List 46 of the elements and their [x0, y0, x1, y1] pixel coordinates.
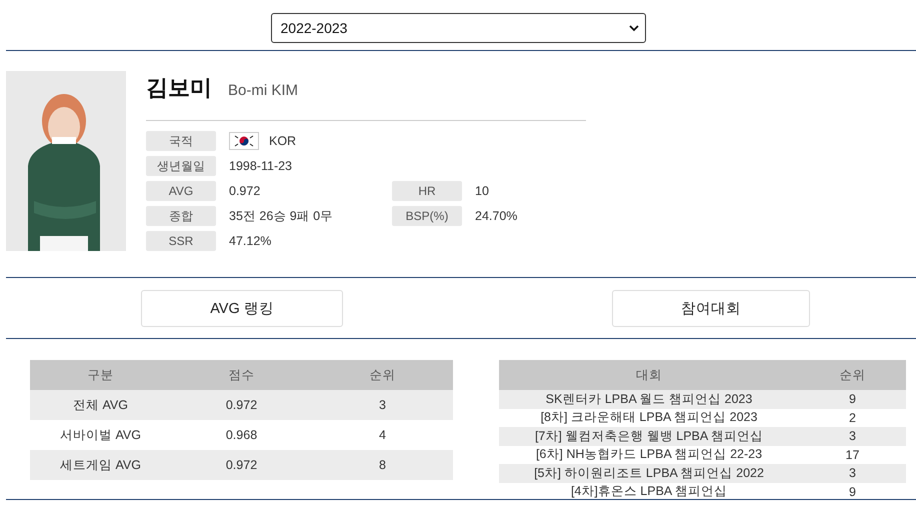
table-cell-text: SK렌터카 LPBA 월드 챔피언십 2023 — [544, 390, 754, 408]
field-value: 35전 26승 9패 0무 — [229, 208, 334, 224]
field-label: 국적 — [146, 131, 216, 151]
table-cell-text: 9 — [848, 484, 857, 499]
table-cell-text: 9 — [848, 392, 857, 406]
table-cell-text: 서바이벌 AVG — [59, 426, 142, 444]
table-cell-text: 3 — [378, 398, 387, 412]
player-name: 김보미 — [146, 74, 212, 102]
table-cell-text: 3 — [848, 466, 857, 480]
column-header: 대회 — [635, 366, 663, 384]
table-cell-text: 2 — [848, 410, 857, 425]
field-value: 24.70% — [475, 209, 518, 223]
player-english-name: Bo-mi KIM — [228, 82, 298, 99]
table-cell-text: 4 — [378, 428, 387, 442]
table-cell-text: [4차]휴온스 LPBA 챔피언십 — [570, 483, 728, 500]
table-cell-text: 8 — [378, 458, 387, 472]
column-header: 순위 — [368, 366, 396, 384]
table-cell-text: [8차] 크라운해태 LPBA 챔피언십 2023 — [540, 409, 758, 426]
table-cell-text: 세트게임 AVG — [59, 456, 142, 474]
table-cell-text: [7차] 웰컴저축은행 웰뱅 LPBA 챔피언십 — [534, 428, 764, 445]
field-value: KOR — [269, 134, 296, 148]
table-cell-text: 0.972 — [224, 458, 258, 472]
table-cell-text: [6차] NH농협카드 LPBA 챔피언십 22-23 — [534, 446, 764, 464]
table-cell-text: 0.968 — [224, 428, 258, 442]
field-value: 0.972 — [229, 184, 260, 198]
column-header: 순위 — [838, 366, 866, 384]
table-cell-text: 0.972 — [224, 398, 258, 412]
table-cell-text: 전체 AVG — [72, 396, 129, 414]
field-label: SSR — [146, 231, 216, 251]
table-cell-text: 17 — [844, 448, 860, 462]
chevron-down-icon — [628, 24, 638, 32]
field-value: 10 — [475, 184, 489, 198]
field-label: HR — [392, 181, 462, 201]
column-header: 점수 — [228, 366, 256, 384]
column-header: 구분 — [86, 366, 114, 384]
season-select[interactable]: 2022-2023 — [270, 13, 646, 43]
field-value: 1998-11-23 — [229, 159, 292, 173]
field-label: 생년월일 — [146, 156, 216, 176]
field-label: BSP(%) — [392, 206, 462, 226]
field-label: AVG — [146, 181, 216, 201]
field-value: 47.12% — [229, 234, 272, 248]
section-button[interactable]: AVG 랭킹 — [141, 290, 343, 326]
flag-icon — [229, 132, 259, 150]
field-label: 종합 — [146, 206, 216, 226]
table-cell-text: 3 — [848, 429, 857, 444]
table-cell-text: [5차] 하이원리조트 LPBA 챔피언십 2022 — [533, 464, 765, 482]
